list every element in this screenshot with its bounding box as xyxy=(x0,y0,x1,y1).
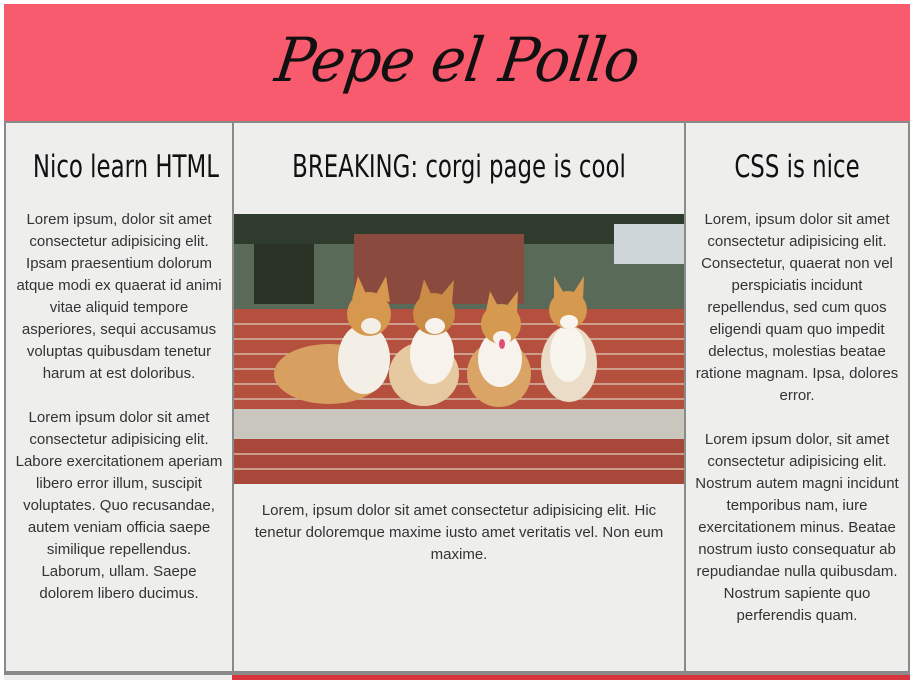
left-column: Nico learn HTML Lorem ipsum, dolor sit a… xyxy=(4,121,232,673)
right-column-heading: CSS is nice xyxy=(734,149,860,185)
site-header: Pepe el Pollo xyxy=(4,4,910,121)
corgi-photo xyxy=(234,214,684,484)
photo-bench-slab xyxy=(234,409,684,439)
middle-column: BREAKING: corgi page is cool Lorem, ipsu… xyxy=(232,121,684,673)
right-column-paragraph-1: Lorem, ipsum dolor sit amet consectetur … xyxy=(695,211,899,404)
site-title: Pepe el Pollo xyxy=(270,23,644,96)
photo-lower-bricks xyxy=(234,439,684,484)
footer-strip xyxy=(4,673,910,680)
middle-column-paragraph: Lorem, ipsum dolor sit amet consectetur … xyxy=(254,502,664,563)
footer-left-block xyxy=(4,673,232,680)
footer-accent-block xyxy=(232,673,910,680)
content-columns: Nico learn HTML Lorem ipsum, dolor sit a… xyxy=(4,121,910,673)
middle-column-heading: BREAKING: corgi page is cool xyxy=(292,149,626,185)
photo-tree-left xyxy=(254,244,314,304)
right-column-paragraph-2: Lorem ipsum dolor, sit amet consectetur … xyxy=(695,431,899,624)
left-column-heading: Nico learn HTML xyxy=(32,149,219,185)
left-column-paragraph-2: Lorem ipsum dolor sit amet consectetur a… xyxy=(15,409,223,602)
photo-sky xyxy=(614,224,684,264)
right-column: CSS is nice Lorem, ipsum dolor sit amet … xyxy=(684,121,910,673)
left-column-paragraph-1: Lorem ipsum, dolor sit amet consectetur … xyxy=(16,211,222,382)
